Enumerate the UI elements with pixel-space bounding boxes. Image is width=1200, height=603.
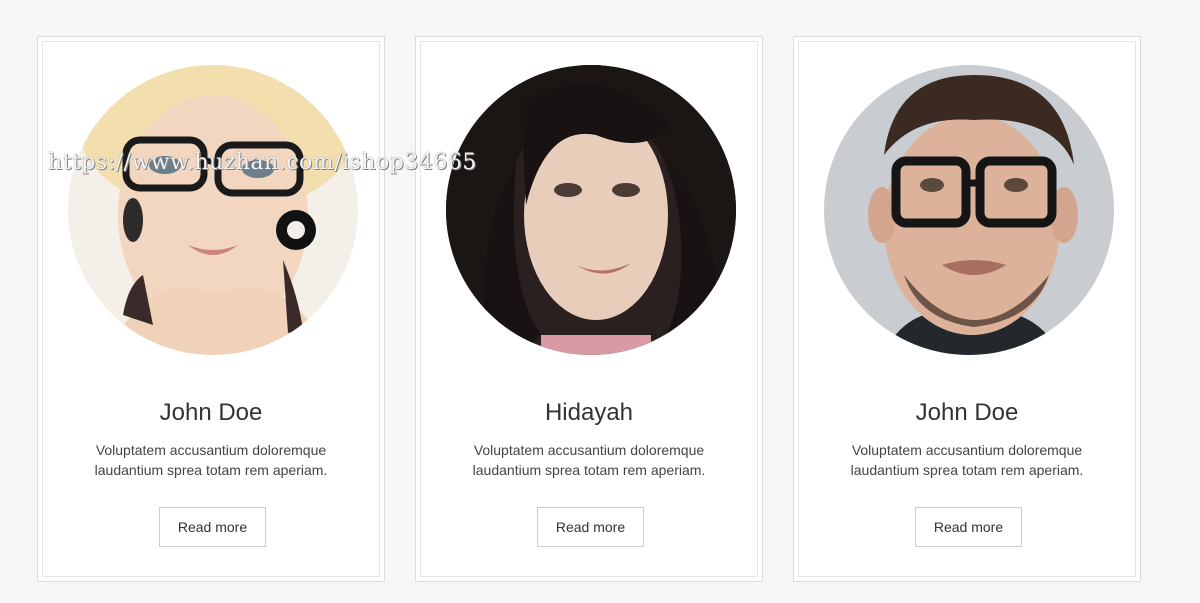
avatar <box>446 65 736 355</box>
team-card: Hidayah Voluptatem accusantium doloremqu… <box>415 36 763 582</box>
read-more-button[interactable]: Read more <box>159 507 266 547</box>
card-description: Voluptatem accusantium doloremque laudan… <box>94 442 328 478</box>
card-name: John Doe <box>159 399 263 426</box>
avatar <box>68 65 358 355</box>
team-card: John Doe Voluptatem accusantium doloremq… <box>37 36 385 582</box>
card-name: John Doe <box>915 399 1019 426</box>
avatar-photo-dark-haired-woman <box>446 65 736 355</box>
card-name: Hidayah <box>544 399 634 426</box>
read-more-button[interactable]: Read more <box>915 507 1022 547</box>
avatar-photo-blonde-woman <box>68 65 358 355</box>
card-description: Voluptatem accusantium doloremque laudan… <box>850 442 1084 478</box>
team-card-inner: John Doe Voluptatem accusantium doloremq… <box>798 41 1136 577</box>
team-card-inner: Hidayah Voluptatem accusantium doloremqu… <box>420 41 758 577</box>
team-card-inner: John Doe Voluptatem accusantium doloremq… <box>42 41 380 577</box>
team-card: John Doe Voluptatem accusantium doloremq… <box>793 36 1141 582</box>
card-description: Voluptatem accusantium doloremque laudan… <box>472 442 706 478</box>
avatar <box>824 65 1114 355</box>
read-more-button[interactable]: Read more <box>537 507 644 547</box>
avatar-photo-man-with-glasses <box>824 65 1114 355</box>
team-section: John Doe Voluptatem accusantium doloremq… <box>0 0 1200 603</box>
